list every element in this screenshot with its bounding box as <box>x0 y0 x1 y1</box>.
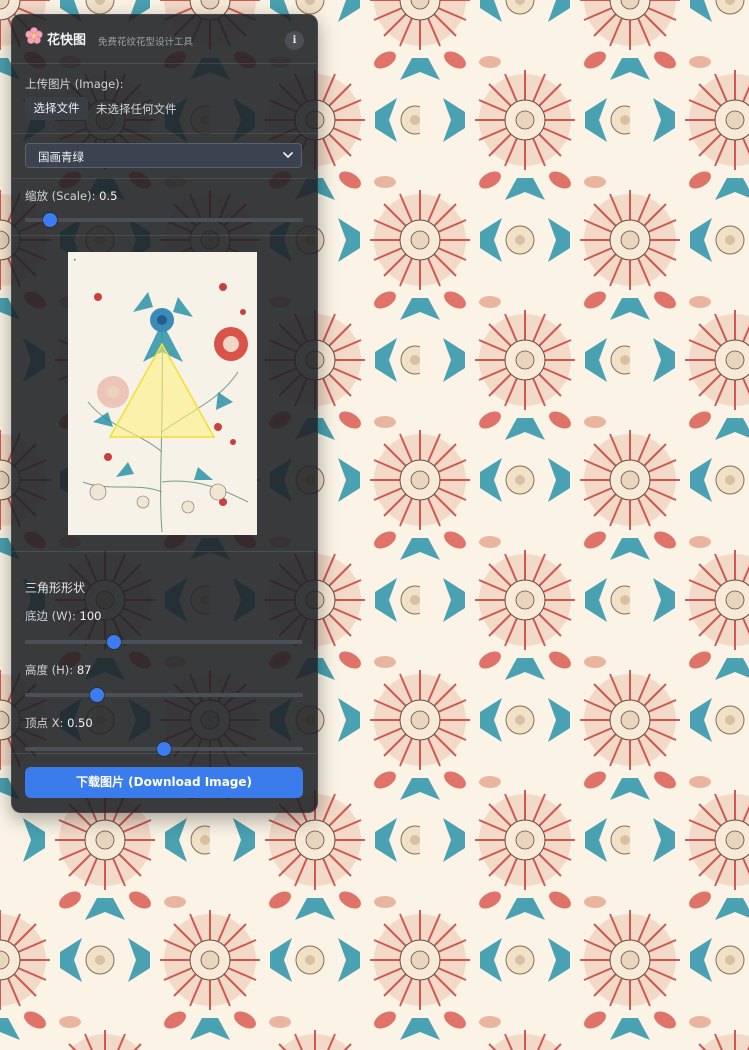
height-slider-thumb[interactable] <box>90 688 105 702</box>
info-icon[interactable]: i <box>285 31 304 50</box>
control-panel: 花快图 免费花纹花型设计工具 i 上传图片 (Image): 选择文件 未选择任… <box>11 14 318 813</box>
source-image-preview: • <box>68 252 257 535</box>
apex-slider[interactable] <box>25 742 303 756</box>
apex-label: 顶点 X: 0.50 <box>25 715 93 731</box>
upload-section: 上传图片 (Image): 选择文件 未选择任何文件 <box>12 63 317 134</box>
base-label-text: 底边 (W): <box>25 609 80 623</box>
scale-slider-thumb[interactable] <box>43 213 58 227</box>
base-slider[interactable] <box>25 635 303 649</box>
style-select[interactable]: 国画青绿 <box>25 143 302 168</box>
scale-value: 0.5 <box>99 189 118 203</box>
scale-section: 缩放 (Scale): 0.5 <box>12 178 317 236</box>
chevron-down-icon <box>283 152 293 158</box>
height-label: 高度 (H): 87 <box>25 662 91 678</box>
height-value: 87 <box>76 663 92 677</box>
base-label: 底边 (W): 100 <box>25 608 101 624</box>
preview-section: • <box>12 235 317 552</box>
app-title: 花快图 <box>47 33 87 48</box>
svg-text:•: • <box>73 257 77 264</box>
file-status: 未选择任何文件 <box>96 102 177 116</box>
scale-label: 缩放 (Scale): 0.5 <box>25 188 117 204</box>
panel-header: 花快图 免费花纹花型设计工具 i <box>12 15 317 64</box>
base-slider-thumb[interactable] <box>106 635 121 649</box>
triangle-heading: 三角形形状 <box>25 581 86 595</box>
base-value: 100 <box>79 609 102 623</box>
upload-label: 上传图片 (Image): <box>25 77 124 91</box>
style-select-value: 国画青绿 <box>38 150 84 164</box>
download-section: 下载图片 (Download Image) <box>12 753 317 812</box>
apex-value: 0.50 <box>67 716 93 730</box>
triangle-section: 三角形形状 底边 (W): 100 高度 (H): 87 顶点 X: 0.50 <box>12 551 317 756</box>
choose-file-button[interactable]: 选择文件 <box>25 97 88 120</box>
download-button[interactable]: 下载图片 (Download Image) <box>25 767 303 798</box>
style-section: 国画青绿 <box>12 133 317 179</box>
app-subtitle: 免费花纹花型设计工具 <box>98 37 194 48</box>
scale-label-text: 缩放 (Scale): <box>25 189 100 203</box>
cherry-blossom-icon <box>25 27 43 44</box>
height-slider[interactable] <box>25 688 303 702</box>
height-label-text: 高度 (H): <box>25 663 77 677</box>
apex-label-text: 顶点 X: <box>25 716 68 730</box>
scale-slider[interactable] <box>25 213 303 227</box>
